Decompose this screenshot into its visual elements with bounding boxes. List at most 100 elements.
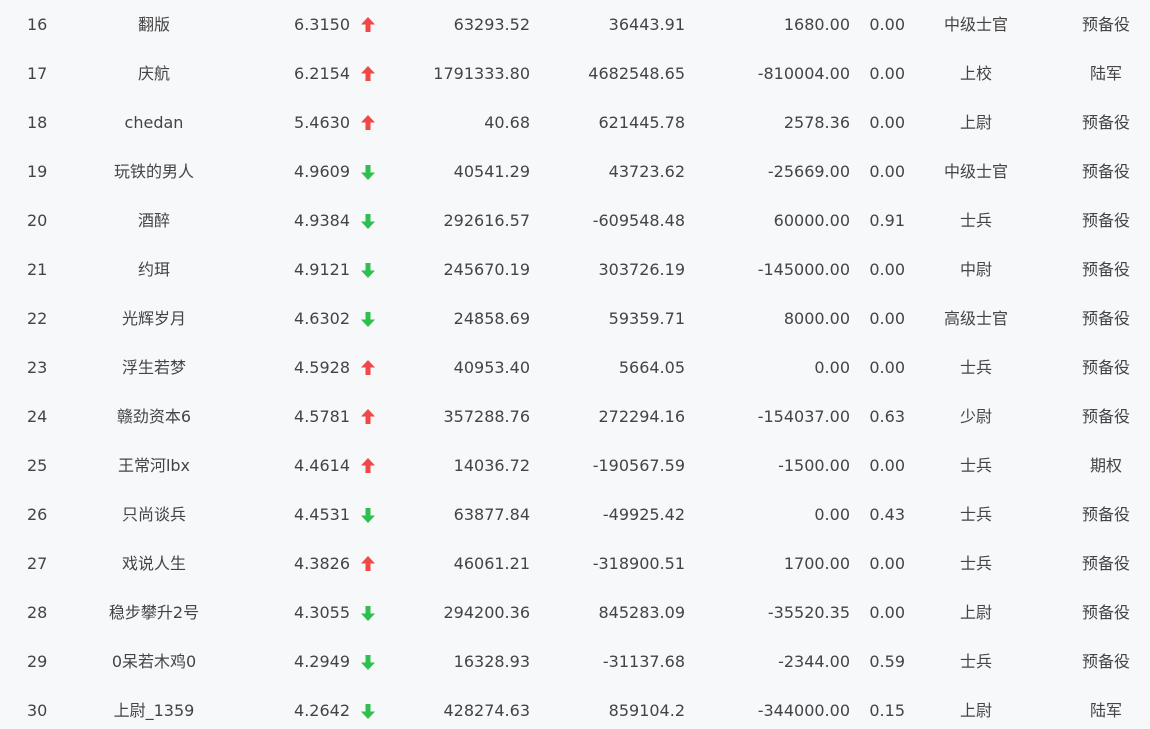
military-rank-cell: 士兵 [959,554,992,573]
value4-cell: 0.00 [869,113,905,132]
arrow-up-icon [361,556,375,571]
rank-cell: 30 [27,701,48,720]
arrow-up-icon [361,360,375,375]
category-cell: 预备役 [1081,309,1130,328]
rank-cell: 18 [27,113,48,132]
category-cell: 期权 [1089,456,1122,475]
value1-cell: 1791333.80 [433,64,530,83]
value4-cell: 0.00 [869,358,905,377]
value3-cell: -810004.00 [757,64,850,83]
value2-cell: -318900.51 [592,554,685,573]
rank-cell: 19 [27,162,48,181]
category-cell: 预备役 [1081,554,1130,573]
value2-cell: 43723.62 [608,162,685,181]
username-cell: 上尉_1359 [113,701,195,720]
rank-cell: 29 [27,652,48,671]
rank-cell: 22 [27,309,48,328]
arrow-down-icon [361,704,375,719]
score-cell: 4.9609 [294,162,350,181]
rank-cell: 16 [27,15,48,34]
value1-cell: 40.68 [484,113,530,132]
military-rank-cell: 少尉 [959,407,992,426]
value3-cell: -25669.00 [767,162,850,181]
value1-cell: 294200.36 [443,603,530,622]
value1-cell: 40541.29 [453,162,530,181]
arrow-down-icon [361,165,375,180]
table-row: 17 庆航 6.2154 1791333.80 4682548.65 -810004.00… [0,49,1150,98]
value3-cell: -145000.00 [757,260,850,279]
trend-cell [360,98,378,147]
arrow-up-icon [361,409,375,424]
military-rank-cell: 高级士官 [943,309,1008,328]
arrow-up-icon [361,115,375,130]
category-cell: 预备役 [1081,603,1130,622]
score-cell: 4.5781 [294,407,350,426]
trend-cell [360,49,378,98]
value1-cell: 292616.57 [443,211,530,230]
value3-cell: 2578.36 [783,113,850,132]
table-row: 29 0呆若木鸡0 4.2949 16328.93 -31137.68 -2344.00 0… [0,637,1150,686]
value4-cell: 0.00 [869,309,905,328]
military-rank-cell: 士兵 [959,456,992,475]
military-rank-cell: 中级士官 [943,15,1008,34]
military-rank-cell: 士兵 [959,505,992,524]
table-row: 22 光辉岁月 4.6302 24858.69 59359.71 8000.00 0.00 高… [0,294,1150,343]
rank-cell: 27 [27,554,48,573]
value2-cell: 36443.91 [608,15,685,34]
value4-cell: 0.15 [869,701,905,720]
username-cell: 庆航 [137,64,170,83]
rank-cell: 24 [27,407,48,426]
category-cell: 预备役 [1081,211,1130,230]
username-cell: 赣劲资本6 [116,407,192,426]
arrow-up-icon [361,17,375,32]
value3-cell: -35520.35 [767,603,850,622]
trend-cell [360,588,378,637]
value2-cell: 303726.19 [598,260,685,279]
category-cell: 预备役 [1081,358,1130,377]
rank-cell: 20 [27,211,48,230]
username-cell: 浮生若梦 [121,358,186,377]
trend-cell [360,0,378,49]
username-cell: 酒醉 [137,211,170,230]
score-cell: 6.3150 [294,15,350,34]
value3-cell: 1680.00 [783,15,850,34]
value2-cell: 845283.09 [598,603,685,622]
military-rank-cell: 士兵 [959,358,992,377]
table-row: 30 上尉_1359 4.2642 428274.63 859104.2 -344000.… [0,686,1150,729]
military-rank-cell: 士兵 [959,652,992,671]
value4-cell: 0.00 [869,162,905,181]
value2-cell: -190567.59 [592,456,685,475]
username-cell: 0呆若木鸡0 [111,652,197,671]
category-cell: 预备役 [1081,260,1130,279]
score-cell: 4.2642 [294,701,350,720]
username-cell: 王常河lbx [117,456,191,475]
username-cell: 光辉岁月 [121,309,186,328]
value2-cell: 4682548.65 [588,64,685,83]
trend-cell [360,294,378,343]
value3-cell: 60000.00 [773,211,850,230]
table-row: 26 只尚谈兵 4.4531 63877.84 -49925.42 0.00 0.43 士兵 预… [0,490,1150,539]
rank-cell: 28 [27,603,48,622]
value2-cell: 859104.2 [608,701,685,720]
value4-cell: 0.00 [869,260,905,279]
score-cell: 4.2949 [294,652,350,671]
table-row: 27 戏说人生 4.3826 46061.21 -318900.51 1700.00 0.0… [0,539,1150,588]
username-cell: 戏说人生 [121,554,186,573]
arrow-down-icon [361,214,375,229]
category-cell: 预备役 [1081,652,1130,671]
category-cell: 预备役 [1081,162,1130,181]
value2-cell: 621445.78 [598,113,685,132]
rank-cell: 25 [27,456,48,475]
arrow-down-icon [361,263,375,278]
table-row: 18 chedan 5.4630 40.68 621445.78 2578.36 0.00 上… [0,98,1150,147]
value3-cell: -344000.00 [757,701,850,720]
value1-cell: 24858.69 [453,309,530,328]
table-row: 16 翻版 6.3150 63293.52 36443.91 1680.00 0.00 中级士… [0,0,1150,49]
score-cell: 6.2154 [294,64,350,83]
table-row: 24 赣劲资本6 4.5781 357288.76 272294.16 -154037.0… [0,392,1150,441]
arrow-down-icon [361,606,375,621]
trend-cell [360,441,378,490]
value3-cell: -1500.00 [778,456,850,475]
value1-cell: 245670.19 [443,260,530,279]
ranking-table: 16 翻版 6.3150 63293.52 36443.91 1680.00 0.00 中级士… [0,0,1150,729]
